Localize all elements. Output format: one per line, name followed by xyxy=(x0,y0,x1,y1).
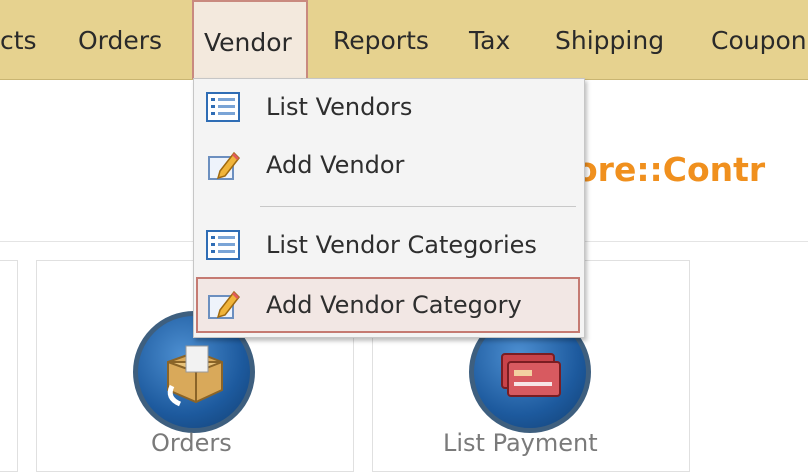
dropdown-item-label: List Vendors xyxy=(266,93,413,121)
dropdown-item-label: Add Vendor xyxy=(266,151,405,179)
dropdown-item-add-vendor-category[interactable]: Add Vendor Category xyxy=(196,277,580,333)
dropdown-separator xyxy=(260,206,576,207)
page-title: ore::Contr xyxy=(575,150,766,189)
dropdown-item-add-vendor[interactable]: Add Vendor xyxy=(196,139,580,191)
dropdown-item-list-vendor-categories[interactable]: List Vendor Categories xyxy=(196,219,580,271)
menu-item-tax[interactable]: Tax xyxy=(469,0,510,79)
list-icon xyxy=(206,91,240,123)
menu-item-coupons[interactable]: Coupon xyxy=(711,0,807,79)
vendor-dropdown-menu: List Vendors Add Vendor List Vendor Cate… xyxy=(193,78,585,338)
menu-item-reports[interactable]: Reports xyxy=(333,0,429,79)
dashboard-tile-left-edge xyxy=(0,260,18,472)
edit-icon xyxy=(206,288,240,320)
menu-item-products[interactable]: cts xyxy=(0,0,52,79)
top-menu-bar: cts Orders Vendor Reports Tax Shipping C… xyxy=(0,0,808,80)
dropdown-item-label: Add Vendor Category xyxy=(266,291,522,319)
menu-item-vendor[interactable]: Vendor xyxy=(192,0,308,79)
dropdown-item-label: List Vendor Categories xyxy=(266,231,537,259)
menu-item-shipping[interactable]: Shipping xyxy=(555,0,664,79)
tile-label-orders: Orders xyxy=(151,429,232,457)
dropdown-item-list-vendors[interactable]: List Vendors xyxy=(196,81,580,133)
tile-label-list-payment: List Payment xyxy=(443,429,598,457)
edit-icon xyxy=(206,149,240,181)
list-icon xyxy=(206,229,240,261)
menu-item-orders[interactable]: Orders xyxy=(78,0,162,79)
